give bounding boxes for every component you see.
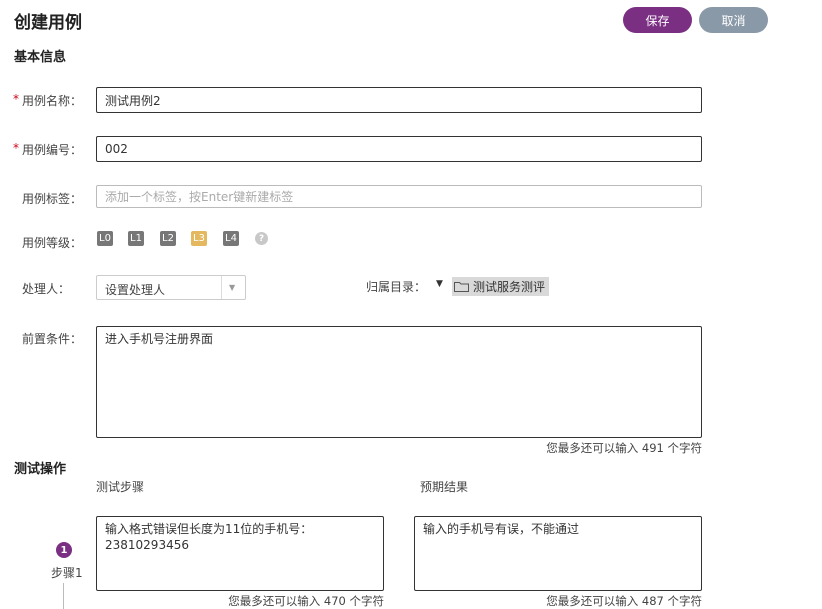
cancel-button[interactable]: 取消: [699, 7, 768, 33]
case-tags-input[interactable]: [96, 185, 702, 208]
precondition-label: 前置条件：: [21, 332, 82, 346]
step-number-badge: 1: [56, 542, 72, 558]
section-title-basic-info: 基本信息: [14, 50, 67, 65]
precondition-textarea[interactable]: 进入手机号注册界面: [96, 326, 702, 438]
expected-result-textarea[interactable]: 输入的手机号有误，不能通过: [414, 516, 702, 591]
question-circle-icon[interactable]: ?: [255, 232, 268, 245]
level-l0-option[interactable]: L0: [97, 231, 113, 246]
directory-name: 测试服务测评: [473, 280, 546, 294]
handler-label: 处理人：: [21, 282, 70, 296]
caret-down-icon[interactable]: ▼: [436, 279, 443, 289]
handler-select[interactable]: 设置处理人 ▼: [96, 275, 246, 300]
level-l3-option[interactable]: L3: [191, 231, 207, 246]
step-label: 步骤1: [51, 566, 83, 580]
section-title-test-ops: 测试操作: [14, 462, 67, 477]
folder-icon: [454, 282, 469, 292]
case-name-label: 用例名称：: [21, 94, 82, 108]
directory-label: 归属目录：: [366, 280, 427, 294]
case-level-label: 用例等级：: [21, 236, 82, 250]
steps-column-header: 测试步骤: [96, 480, 145, 494]
precondition-char-counter: 您最多还可以输入 491 个字符: [546, 441, 702, 455]
select-divider: [221, 276, 222, 299]
level-l2-option[interactable]: L2: [160, 231, 176, 246]
step-textarea[interactable]: 输入格式错误但长度为11位的手机号： 23810293456: [96, 516, 384, 591]
step-char-counter: 您最多还可以输入 470 个字符: [228, 594, 384, 608]
page-title: 创建用例: [14, 13, 82, 33]
case-name-input[interactable]: [96, 87, 702, 113]
level-l1-option[interactable]: L1: [128, 231, 144, 246]
save-button[interactable]: 保存: [623, 7, 692, 33]
expected-char-counter: 您最多还可以输入 487 个字符: [546, 594, 702, 608]
case-tags-label: 用例标签：: [21, 192, 82, 206]
expected-column-header: 预期结果: [420, 480, 469, 494]
step-connector-line: [63, 583, 64, 609]
chevron-down-icon[interactable]: ▼: [229, 283, 235, 292]
case-number-label: 用例编号：: [21, 143, 82, 157]
directory-node[interactable]: 测试服务测评: [452, 277, 550, 296]
case-number-input[interactable]: [96, 136, 702, 162]
level-l4-option[interactable]: L4: [223, 231, 239, 246]
handler-select-value: 设置处理人: [105, 283, 166, 297]
